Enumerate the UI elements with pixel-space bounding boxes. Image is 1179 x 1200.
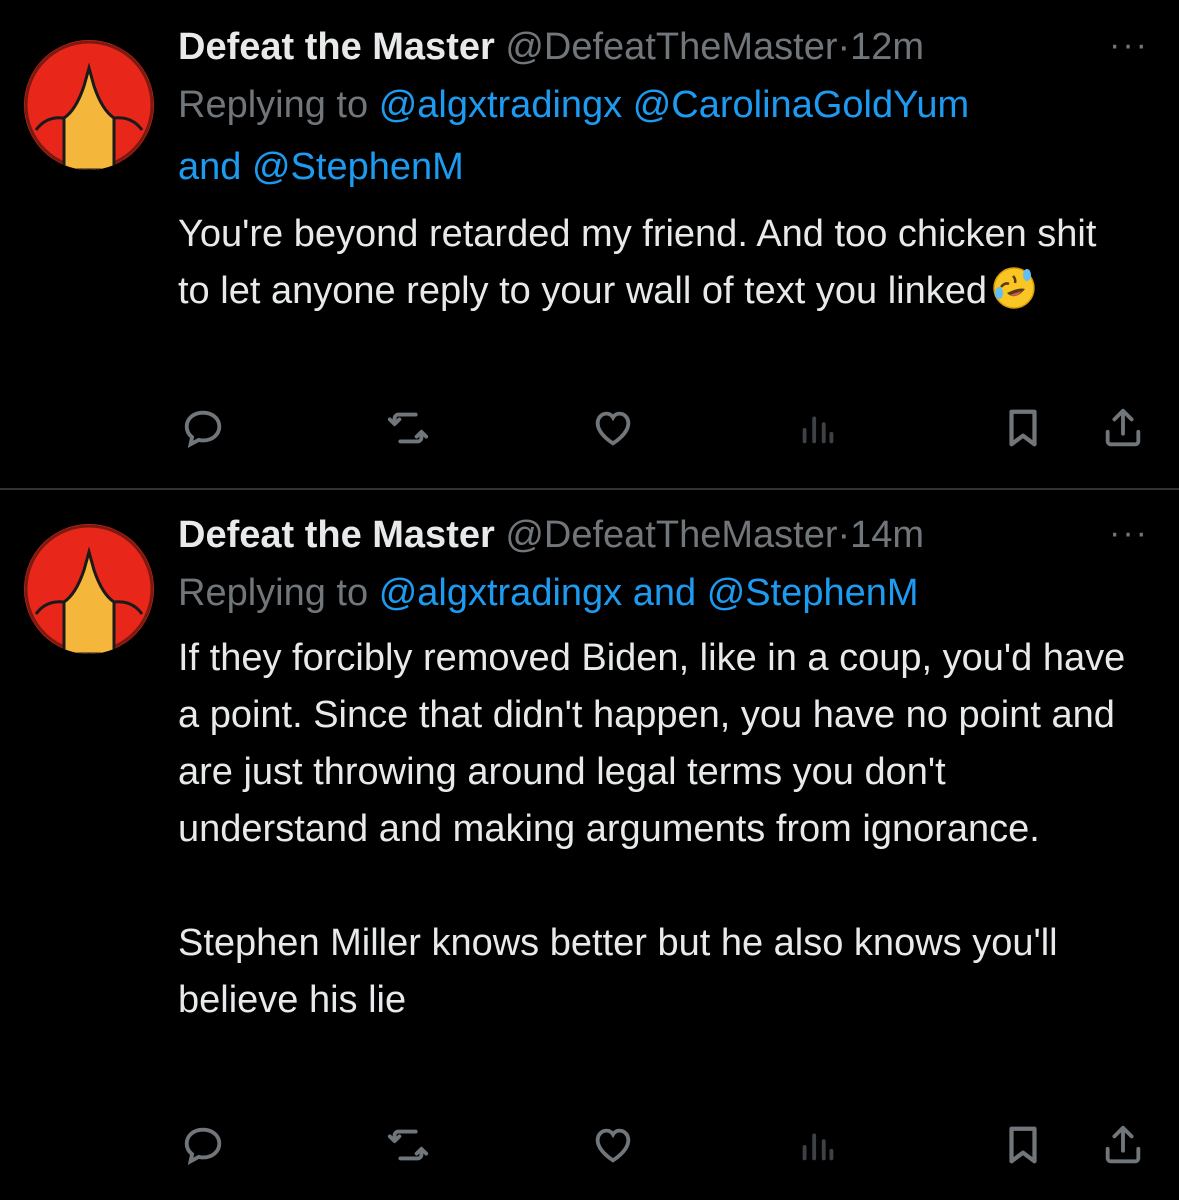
- separator-dot: ·: [837, 26, 851, 68]
- avatar[interactable]: [24, 40, 154, 170]
- mention-link[interactable]: @StephenM: [707, 572, 919, 614]
- retweet-icon[interactable]: [383, 1120, 433, 1170]
- avatar-logo-icon: [24, 524, 154, 654]
- replying-prefix: Replying to: [178, 84, 369, 126]
- replying-prefix: Replying to: [178, 572, 369, 614]
- retweet-icon[interactable]: [383, 403, 433, 453]
- tweet-actions: [178, 1120, 1148, 1170]
- avatar-logo-icon: [24, 40, 154, 170]
- mention-link[interactable]: @StephenM: [252, 146, 464, 188]
- rolling-on-floor-laughing-icon: [993, 267, 1035, 309]
- views-icon[interactable]: [793, 1120, 843, 1170]
- timestamp[interactable]: 12m: [850, 26, 924, 68]
- mention-link[interactable]: @algxtradingx: [379, 572, 622, 614]
- tweet[interactable]: Defeat the Master @DefeatTheMaster·14m ·…: [0, 490, 1179, 1200]
- mention-link[interactable]: @algxtradingx: [379, 84, 622, 126]
- replying-to: Replying to @algxtradingx and @StephenM: [178, 562, 1149, 624]
- like-icon[interactable]: [588, 1120, 638, 1170]
- bookmark-icon[interactable]: [998, 403, 1048, 453]
- separator-dot: ·: [837, 514, 851, 556]
- display-name[interactable]: Defeat the Master: [178, 514, 495, 556]
- views-icon[interactable]: [793, 403, 843, 453]
- share-icon[interactable]: [1098, 403, 1148, 453]
- tweet-text: You're beyond retarded my friend. And to…: [178, 206, 1108, 320]
- replying-joiner: and: [178, 146, 242, 188]
- replying-joiner: and: [632, 572, 697, 614]
- bookmark-icon[interactable]: [998, 1120, 1048, 1170]
- tweet-header: Defeat the Master @DefeatTheMaster·14m ·…: [178, 508, 1149, 562]
- more-options-icon[interactable]: ···: [1109, 508, 1149, 558]
- reply-icon[interactable]: [178, 1120, 228, 1170]
- tweet-text-content: You're beyond retarded my friend. And to…: [178, 213, 1107, 312]
- user-handle[interactable]: @DefeatTheMaster: [505, 514, 837, 556]
- mention-link[interactable]: @CarolinaGoldYum: [633, 84, 969, 126]
- like-icon[interactable]: [588, 403, 638, 453]
- tweet-header: Defeat the Master @DefeatTheMaster·12m ·…: [178, 20, 1149, 74]
- replying-to: Replying to @algxtradingx @CarolinaGoldY…: [178, 74, 1149, 198]
- avatar[interactable]: [24, 524, 154, 654]
- timestamp[interactable]: 14m: [850, 514, 924, 556]
- share-icon[interactable]: [1098, 1120, 1148, 1170]
- display-name[interactable]: Defeat the Master: [178, 26, 495, 68]
- tweet-text: If they forcibly removed Biden, like in …: [178, 637, 1126, 1021]
- more-options-icon[interactable]: ···: [1109, 20, 1149, 70]
- reply-icon[interactable]: [178, 403, 228, 453]
- tweet[interactable]: Defeat the Master @DefeatTheMaster·12m ·…: [0, 0, 1179, 488]
- user-handle[interactable]: @DefeatTheMaster: [505, 26, 837, 68]
- tweet-actions: [178, 403, 1148, 453]
